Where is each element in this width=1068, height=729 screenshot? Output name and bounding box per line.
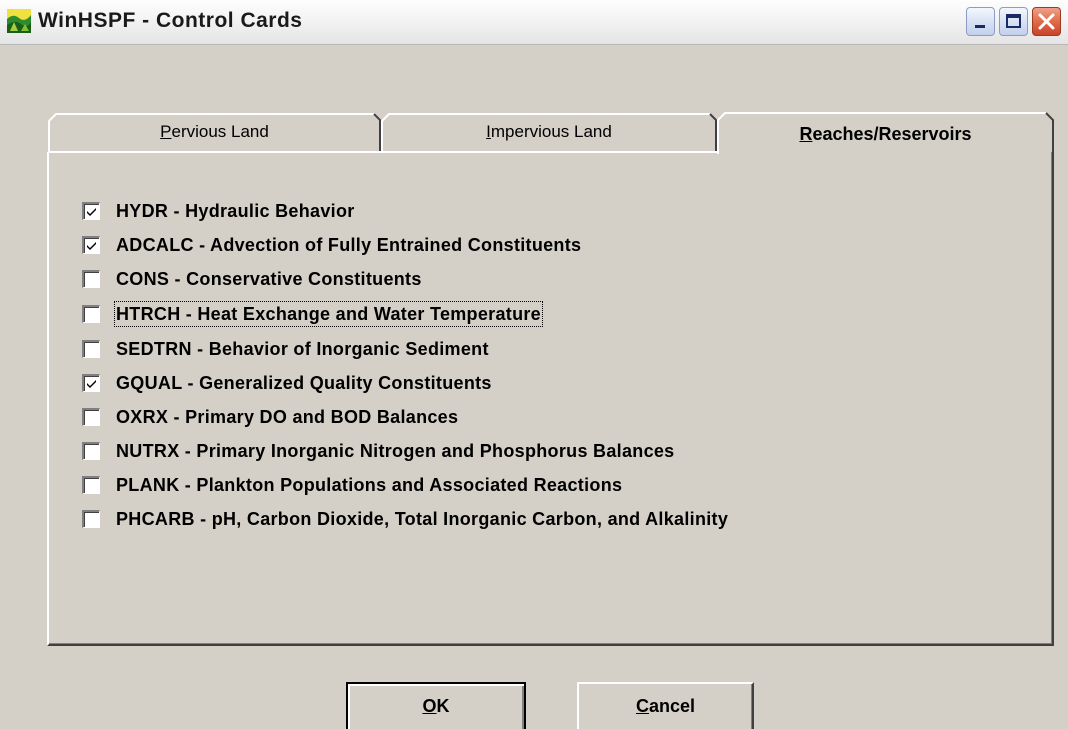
tab-label-text: mpervious Land [490, 122, 612, 141]
tab-accel-key: P [160, 122, 172, 141]
checkbox-label: HYDR - Hydraulic Behavior [116, 201, 355, 221]
maximize-icon [1006, 14, 1021, 28]
ok-button[interactable]: OK [346, 682, 526, 729]
tab-label-pervious-land: Pervious Land [160, 122, 269, 141]
checkbox-label: PLANK - Plankton Populations and Associa… [116, 475, 623, 495]
cancel-label: ancel [648, 696, 696, 716]
tab-pervious-land[interactable]: Pervious Land [48, 113, 381, 153]
checkbox-box[interactable] [82, 305, 100, 323]
minimize-button[interactable] [966, 7, 995, 36]
title-bar[interactable]: WinHSPF - Control Cards [0, 0, 1068, 45]
ok-accel-key: O [422, 696, 437, 716]
checkbox-label: SEDTRN - Behavior of Inorganic Sediment [116, 339, 489, 359]
checkbox-box[interactable] [82, 202, 100, 220]
checkbox-box[interactable] [82, 442, 100, 460]
window-title: WinHSPF - Control Cards [38, 9, 303, 32]
checkbox-box[interactable] [82, 236, 100, 254]
checkbox-box[interactable] [82, 476, 100, 494]
checkbox-label: HTRCH - Heat Exchange and Water Temperat… [114, 301, 543, 327]
checkbox-box[interactable] [82, 374, 100, 392]
checkbox-label: PHCARB - pH, Carbon Dioxide, Total Inorg… [116, 509, 729, 529]
tab-panel [47, 152, 1054, 646]
control-cards-window: WinHSPF - Control Cards Pervious Land Im… [0, 0, 1068, 729]
close-button[interactable] [1032, 7, 1061, 36]
checkbox-box[interactable] [82, 408, 100, 426]
checkbox-label: GQUAL - Generalized Quality Constituents [116, 373, 492, 393]
checkbox-label: NUTRX - Primary Inorganic Nitrogen and P… [116, 441, 675, 461]
minimize-icon [975, 25, 985, 28]
checkbox-label: OXRX - Primary DO and BOD Balances [116, 407, 459, 427]
checkbox-label: CONS - Conservative Constituents [116, 269, 422, 289]
tab-label-impervious-land: Impervious Land [486, 122, 612, 141]
cancel-accel-key: C [635, 696, 649, 716]
tab-impervious-land[interactable]: Impervious Land [381, 113, 717, 153]
ok-label: K [436, 696, 450, 716]
checkmark-icon [87, 208, 96, 216]
checkbox-label: ADCALC - Advection of Fully Entrained Co… [116, 235, 582, 255]
checkbox-box[interactable] [82, 510, 100, 528]
close-icon [1038, 13, 1055, 30]
checkmark-icon [87, 242, 96, 250]
maximize-button[interactable] [999, 7, 1028, 36]
checkbox-box[interactable] [82, 340, 100, 358]
tab-accel-key: R [799, 124, 813, 144]
winhspf-app-icon [7, 9, 31, 33]
cancel-button[interactable]: Cancel [577, 682, 754, 729]
checkbox-box[interactable] [82, 270, 100, 288]
tab-reaches-reservoirs[interactable]: Reaches/Reservoirs [717, 112, 1054, 154]
tab-label-text: ervious Land [171, 122, 269, 141]
tab-label-reaches-reservoirs: Reaches/Reservoirs [799, 124, 971, 144]
checkmark-icon [87, 380, 96, 388]
tab-label-text: eaches/Reservoirs [812, 124, 972, 144]
